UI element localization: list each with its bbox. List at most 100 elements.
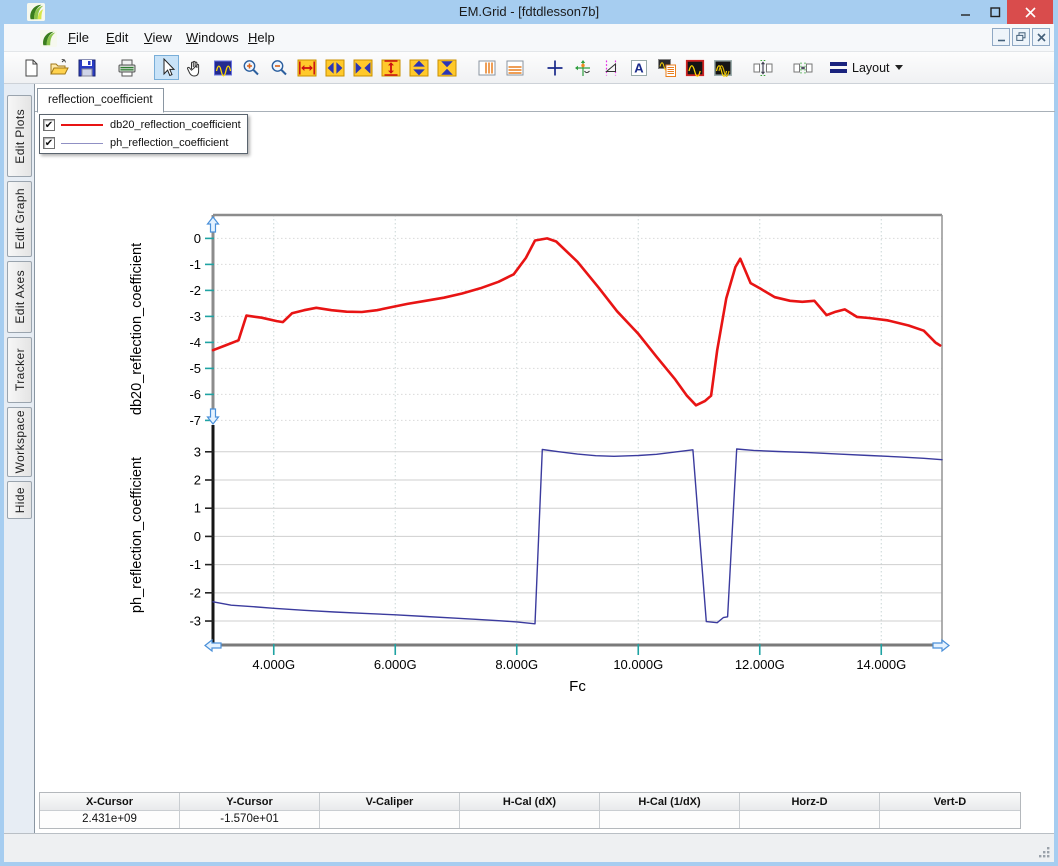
zoom-out-button[interactable] — [266, 55, 291, 80]
select-tool-button[interactable] — [154, 55, 179, 80]
status-header-cell: H-Cal (1/dX) — [600, 793, 740, 811]
horizontal-markers-button[interactable] — [502, 55, 527, 80]
resize-grip[interactable] — [1038, 846, 1051, 859]
v-zoom-out-button[interactable] — [406, 55, 431, 80]
print-button[interactable] — [114, 55, 139, 80]
close-icon — [1025, 7, 1036, 18]
axis-handle-down-icon[interactable] — [208, 409, 219, 424]
x-tick-label: 8.000G — [495, 657, 538, 672]
h-zoom-in-button[interactable] — [350, 55, 375, 80]
tracker-button[interactable] — [570, 55, 595, 80]
legend-checkbox-ph[interactable]: ✔ — [43, 137, 55, 149]
y-tick-label: 2 — [194, 473, 201, 488]
legend-line-sample-db20 — [61, 124, 103, 126]
svg-text:A: A — [634, 60, 644, 75]
sidebar-tab-tracker[interactable]: Tracker — [7, 337, 32, 403]
status-header-cell: V-Caliper — [320, 793, 460, 811]
fit-horizontal-icon — [297, 58, 317, 78]
sidebar: Edit Plots Edit Graph Edit Axes Tracker … — [4, 84, 34, 833]
axis-handle-right-icon[interactable] — [933, 640, 949, 651]
status-value-cell — [740, 811, 880, 828]
title-bar: EM.Grid - [fdtdlesson7b] — [0, 0, 1058, 24]
mdi-restore-icon — [1016, 32, 1026, 42]
y-tick-label: -1 — [189, 257, 201, 272]
status-value-cell: 2.431e+09 — [40, 811, 180, 828]
maximize-button[interactable] — [981, 0, 1009, 24]
menu-file[interactable]: File — [62, 24, 95, 52]
tracker-icon — [573, 58, 593, 78]
legend-label-ph: ph_reflection_coefficient — [110, 137, 228, 149]
menu-edit[interactable]: Edit — [100, 24, 134, 52]
zoom-window-icon — [213, 58, 233, 78]
sidebar-tab-edit-graph[interactable]: Edit Graph — [7, 181, 32, 257]
menu-help[interactable]: Help — [242, 24, 281, 52]
document-tab[interactable]: reflection_coefficient — [37, 88, 164, 113]
sidebar-tab-edit-plots[interactable]: Edit Plots — [7, 95, 32, 177]
new-file-icon — [21, 58, 41, 78]
y-tick-label: -1 — [189, 557, 201, 572]
status-value-cell: -1.570e+01 — [180, 811, 320, 828]
app-window: EM.Grid - [fdtdlesson7b] File Edit View … — [0, 0, 1058, 866]
y-tick-label: -6 — [189, 387, 201, 402]
x-tick-label: 12.000G — [735, 657, 785, 672]
zoom-window-button[interactable] — [210, 55, 235, 80]
vertical-markers-button[interactable] — [474, 55, 499, 80]
sidebar-tab-hide[interactable]: Hide — [7, 481, 32, 519]
menu-view[interactable]: View — [138, 24, 178, 52]
equal-vertical-spacing-button[interactable] — [750, 55, 775, 80]
status-header-cell: Vert-D — [880, 793, 1020, 811]
equal-vertical-spacing-icon — [753, 58, 773, 78]
legend-checkbox-db20[interactable]: ✔ — [43, 119, 55, 131]
single-plot-view-icon — [685, 58, 705, 78]
crosshair-button[interactable] — [542, 55, 567, 80]
plot-area[interactable]: 0-1-2-3-4-5-6-73210-1-2-34.000G6.000G8.0… — [35, 112, 1055, 712]
status-header-cell: X-Cursor — [40, 793, 180, 811]
mdi-restore-button[interactable] — [1012, 28, 1030, 46]
text-annotation-button[interactable]: A — [626, 55, 651, 80]
x-tick-label: 6.000G — [374, 657, 417, 672]
caliper-button[interactable] — [598, 55, 623, 80]
close-button[interactable] — [1007, 0, 1053, 24]
legend-label-db20: db20_reflection_coefficient — [110, 119, 241, 131]
fit-horizontal-button[interactable] — [294, 55, 319, 80]
menu-windows[interactable]: Windows — [180, 24, 245, 52]
y-tick-label: 0 — [194, 231, 201, 246]
h-zoom-out-button[interactable] — [322, 55, 347, 80]
status-value-cell — [600, 811, 740, 828]
plot-report-icon — [657, 58, 677, 78]
pan-tool-button[interactable] — [182, 55, 207, 80]
curve-db20_reflection_coefficient[interactable] — [213, 238, 940, 405]
single-plot-view-button[interactable] — [682, 55, 707, 80]
legend-line-sample-ph — [61, 143, 103, 144]
sidebar-tab-workspace[interactable]: Workspace — [7, 407, 32, 477]
status-header-cell: Horz-D — [740, 793, 880, 811]
sidebar-tab-edit-axes[interactable]: Edit Axes — [7, 261, 32, 333]
new-file-button[interactable] — [18, 55, 43, 80]
layout-label: Layout — [852, 61, 890, 75]
vertical-markers-icon — [477, 58, 497, 78]
y-tick-label: -2 — [189, 585, 201, 600]
mdi-minimize-button[interactable] — [992, 28, 1010, 46]
plot-report-button[interactable] — [654, 55, 679, 80]
save-button[interactable] — [74, 55, 99, 80]
open-file-button[interactable] — [46, 55, 71, 80]
equal-horizontal-spacing-icon — [793, 58, 813, 78]
equal-horizontal-spacing-button[interactable] — [790, 55, 815, 80]
mdi-close-button[interactable] — [1032, 28, 1050, 46]
x-tick-label: 10.000G — [613, 657, 663, 672]
v-zoom-in-icon — [437, 58, 457, 78]
minimize-button[interactable] — [952, 0, 980, 24]
h-zoom-in-icon — [353, 58, 373, 78]
fit-vertical-button[interactable] — [378, 55, 403, 80]
document-logo-icon — [40, 30, 57, 47]
zoom-in-button[interactable] — [238, 55, 263, 80]
v-zoom-in-button[interactable] — [434, 55, 459, 80]
y-tick-label: -2 — [189, 283, 201, 298]
cursor-readout-table: X-CursorY-CursorV-CaliperH-Cal (dX)H-Cal… — [39, 792, 1021, 829]
print-icon — [117, 58, 137, 78]
y-tick-label: -3 — [189, 309, 201, 324]
bottom-y-axis-title: ph_reflection_coefficient — [129, 457, 145, 613]
multi-plot-view-button[interactable] — [710, 55, 735, 80]
layout-dropdown[interactable]: Layout — [824, 55, 909, 80]
axis-handle-up-icon[interactable] — [208, 217, 219, 232]
